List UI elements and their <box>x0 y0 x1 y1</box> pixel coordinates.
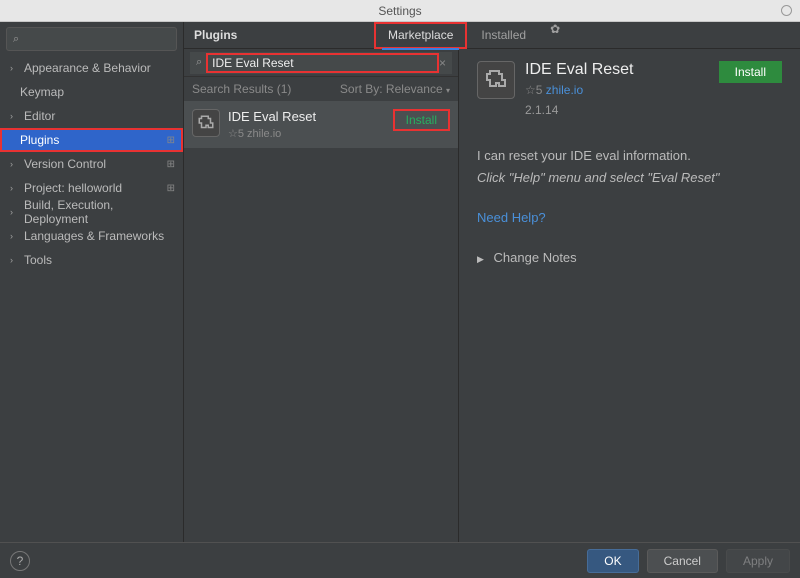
plugin-source: zhile.io <box>247 128 281 140</box>
plugin-rating: ☆5 <box>525 83 542 97</box>
titlebar: Settings <box>0 0 800 22</box>
plugin-version: 2.1.14 <box>525 103 633 117</box>
plugin-search-value: IDE Eval Reset <box>206 53 439 73</box>
sort-by-dropdown[interactable]: Sort By: Relevance ▾ <box>340 82 450 96</box>
tree-item-editor[interactable]: › Editor <box>0 104 183 128</box>
help-button[interactable]: ? <box>10 551 30 571</box>
install-button[interactable]: Install <box>719 61 782 83</box>
plugin-icon <box>477 61 515 99</box>
apply-button[interactable]: Apply <box>726 549 790 573</box>
install-button[interactable]: Install <box>393 109 450 131</box>
tab-installed[interactable]: Installed <box>467 22 540 49</box>
chevron-right-icon: ▶ <box>477 254 484 264</box>
plugin-description: I can reset your IDE eval information. C… <box>477 145 782 269</box>
plugins-panel: Plugins Marketplace Installed ✿ ⌕ IDE Ev… <box>184 22 800 542</box>
change-notes-toggle[interactable]: ▶ Change Notes <box>477 247 782 269</box>
plugin-search-input[interactable]: ⌕ IDE Eval Reset × <box>190 52 452 74</box>
settings-badge-icon: ⊞ <box>167 135 175 146</box>
plugin-results-column: ⌕ IDE Eval Reset × Search Results (1) So… <box>184 49 459 542</box>
content: ⌕ › Appearance & Behavior Keymap › Edito… <box>0 22 800 542</box>
tree-item-build[interactable]: › Build, Execution, Deployment <box>0 200 183 224</box>
settings-sidebar: ⌕ › Appearance & Behavior Keymap › Edito… <box>0 22 184 542</box>
panel-title: Plugins <box>184 28 374 42</box>
ok-button[interactable]: OK <box>587 549 638 573</box>
plugin-rating: ☆5 <box>228 128 244 140</box>
cancel-button[interactable]: Cancel <box>647 549 718 573</box>
plugin-icon <box>192 109 220 137</box>
search-results-header: Search Results (1) <box>192 82 340 96</box>
chevron-right-icon: › <box>10 111 20 121</box>
plugins-split: ⌕ IDE Eval Reset × Search Results (1) So… <box>184 49 800 542</box>
plugin-result-item[interactable]: IDE Eval Reset ☆5 zhile.io Install <box>184 101 458 148</box>
plugin-detail-meta: IDE Eval Reset ☆5 zhile.io 2.1.14 <box>525 61 633 117</box>
settings-badge-icon: ⊞ <box>167 159 175 170</box>
tree-item-keymap[interactable]: Keymap <box>0 80 183 104</box>
settings-tree: › Appearance & Behavior Keymap › Editor … <box>0 56 183 542</box>
clear-icon[interactable]: × <box>439 56 446 70</box>
tree-item-project[interactable]: › Project: helloworld ⊞ <box>0 176 183 200</box>
chevron-right-icon: › <box>10 183 20 193</box>
plugin-detail-header: IDE Eval Reset ☆5 zhile.io 2.1.14 Instal… <box>477 61 782 117</box>
plugin-detail-column: IDE Eval Reset ☆5 zhile.io 2.1.14 Instal… <box>459 49 800 542</box>
tree-item-plugins[interactable]: Plugins ⊞ <box>0 128 183 152</box>
plugin-source-link[interactable]: zhile.io <box>546 83 583 97</box>
plugins-gear-icon[interactable]: ✿ <box>540 22 570 49</box>
window-close-button[interactable] <box>781 5 792 16</box>
tree-item-languages[interactable]: › Languages & Frameworks <box>0 224 183 248</box>
need-help-link[interactable]: Need Help? <box>477 210 546 225</box>
chevron-right-icon: › <box>10 231 20 241</box>
chevron-right-icon: › <box>10 255 20 265</box>
chevron-right-icon: › <box>10 159 20 169</box>
plugin-name: IDE Eval Reset <box>228 109 385 124</box>
dialog-footer: ? OK Cancel Apply <box>0 542 800 578</box>
tree-item-version-control[interactable]: › Version Control ⊞ <box>0 152 183 176</box>
plugin-meta: IDE Eval Reset ☆5 zhile.io <box>228 109 385 140</box>
search-icon: ⌕ <box>13 33 19 46</box>
plugins-header: Plugins Marketplace Installed ✿ <box>184 22 800 49</box>
plugins-tabs: Marketplace Installed ✿ <box>374 22 800 49</box>
chevron-right-icon: › <box>10 63 20 73</box>
window-title: Settings <box>378 4 421 18</box>
tree-item-tools[interactable]: › Tools <box>0 248 183 272</box>
description-line: I can reset your IDE eval information. <box>477 145 782 167</box>
tab-marketplace[interactable]: Marketplace <box>374 22 467 49</box>
search-icon: ⌕ <box>196 56 202 69</box>
settings-badge-icon: ⊞ <box>167 183 175 194</box>
sidebar-search-input[interactable]: ⌕ <box>6 27 177 51</box>
plugin-detail-name: IDE Eval Reset <box>525 61 633 79</box>
chevron-right-icon: › <box>10 207 20 217</box>
description-line: Click "Help" menu and select "Eval Reset… <box>477 167 782 189</box>
chevron-down-icon: ▾ <box>446 86 450 95</box>
tree-item-appearance[interactable]: › Appearance & Behavior <box>0 56 183 80</box>
